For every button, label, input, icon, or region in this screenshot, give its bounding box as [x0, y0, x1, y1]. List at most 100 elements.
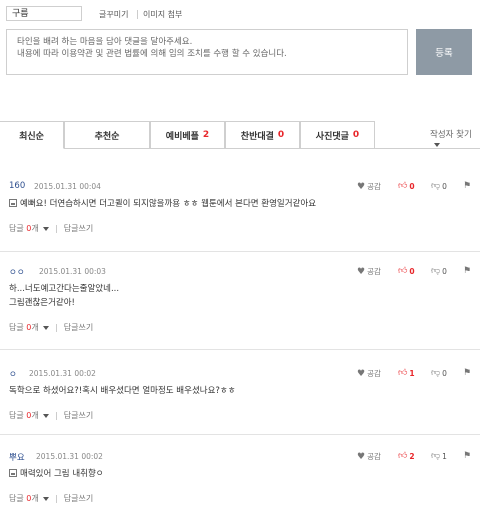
reply-count-suffix: 개 — [31, 323, 39, 332]
comment-footer: 답글 0개 답글쓰기 — [9, 322, 93, 333]
thumbs-down-button[interactable]: 👎︎ 0 — [431, 368, 447, 378]
comment-date: 2015.01.31 00:02 — [36, 452, 103, 461]
tab-4[interactable]: 사진댓글 0 — [300, 121, 375, 148]
comment-divider — [0, 349, 480, 350]
tab-2[interactable]: 예비베플 2 — [150, 121, 225, 148]
report-button[interactable]: ⚑ — [463, 368, 471, 378]
thumbs-up-button[interactable]: 👍︎ 1 — [398, 368, 415, 378]
image-icon — [9, 469, 17, 477]
like-button[interactable]: ♥ 공감 — [357, 368, 381, 379]
tab-label: 추천순 — [94, 131, 120, 142]
downvote-count: 1 — [442, 451, 447, 461]
comment-divider — [0, 434, 480, 435]
thumbs-down-button[interactable]: 👎︎ 1 — [431, 451, 447, 461]
comment-text: 독학으로 하셨어요?!혹시 배우셨다면 얼마정도 배우셨나요?ㅎㅎ — [9, 386, 236, 396]
chevron-down-icon — [42, 326, 49, 330]
write-reply-button[interactable]: 답글쓰기 — [64, 223, 93, 234]
attach-image-button[interactable]: 이미지 첨부 — [143, 9, 182, 20]
downvote-count: 0 — [442, 266, 447, 276]
comment-body: 독학으로 하셨어요?!혹시 배우셨다면 얼마정도 배우셨나요?ㅎㅎ — [9, 384, 464, 398]
thumbs-up-button[interactable]: 👍︎ 0 — [398, 266, 415, 276]
comment-footer: 답글 0개 답글쓰기 — [9, 493, 93, 504]
toolbar-divider — [137, 10, 138, 19]
tab-label: 예비베플 — [165, 131, 199, 142]
upvote-count: 1 — [409, 368, 415, 378]
comment-date: 2015.01.31 00:04 — [34, 182, 101, 191]
footer-divider — [55, 411, 57, 420]
like-label: 공감 — [367, 369, 381, 378]
downvote-count: 0 — [442, 181, 447, 191]
reply-count-suffix: 개 — [31, 494, 39, 503]
tab-3[interactable]: 찬반대결 0 — [225, 121, 300, 148]
heart-icon: ♥ — [357, 368, 366, 379]
replies-toggle[interactable]: 답글 0개 — [9, 493, 49, 504]
flag-icon: ⚑ — [463, 181, 472, 191]
thumbs-down-icon: 👎︎ — [431, 368, 441, 378]
flag-icon: ⚑ — [463, 266, 472, 276]
decorate-text-button[interactable]: 글꾸미기 — [99, 9, 128, 20]
thumbs-up-button[interactable]: 👍︎ 2 — [398, 451, 415, 461]
replies-label: 답글 — [9, 494, 24, 503]
tab-count: 2 — [202, 130, 210, 140]
replies-toggle[interactable]: 답글 0개 — [9, 410, 49, 421]
comment-text: 하...너도예고간다는줄알았네... 그림괜찮은거같아! — [9, 284, 120, 308]
comment-text: 예뻐요! 더연습하시면 더고퀼이 되지않을까용 ㅎㅎ 웹툰에서 본다면 환영일거… — [20, 199, 317, 209]
flag-icon: ⚑ — [463, 368, 472, 378]
thumbs-up-icon: 👍︎ — [398, 451, 408, 461]
comment-text: 매력있어 그림 내취향ㅇ — [20, 469, 104, 479]
find-author-dropdown[interactable]: 작성자 찾기 — [430, 128, 480, 150]
replies-toggle[interactable]: 답글 0개 — [9, 223, 49, 234]
thumbs-down-icon: 👎︎ — [431, 451, 441, 461]
comment-date: 2015.01.31 00:03 — [39, 267, 106, 276]
report-button[interactable]: ⚑ — [463, 451, 471, 461]
find-author-label: 작성자 찾기 — [430, 130, 472, 140]
comment-author[interactable]: ㅇ — [9, 368, 17, 380]
comment-textarea[interactable]: 타인을 배려 하는 마음을 담아 댓글을 달아주세요. 내용에 따라 이용약관 … — [6, 29, 408, 75]
tab-1[interactable]: 추천순 — [64, 121, 150, 148]
heart-icon: ♥ — [357, 266, 366, 277]
chevron-down-icon — [42, 227, 49, 231]
report-button[interactable]: ⚑ — [463, 266, 471, 276]
replies-label: 답글 — [9, 411, 24, 420]
chevron-down-icon — [42, 414, 49, 418]
tab-0[interactable]: 최신순 — [0, 121, 64, 149]
tab-count: 0 — [352, 130, 360, 140]
like-button[interactable]: ♥ 공감 — [357, 266, 381, 277]
write-reply-button[interactable]: 답글쓰기 — [64, 322, 93, 333]
like-label: 공감 — [367, 182, 381, 191]
write-reply-button[interactable]: 답글쓰기 — [64, 410, 93, 421]
thumbs-up-button[interactable]: 👍︎ 0 — [398, 181, 415, 191]
image-icon — [9, 199, 17, 207]
downvote-count: 0 — [442, 368, 447, 378]
like-label: 공감 — [367, 267, 381, 276]
reply-count-suffix: 개 — [31, 411, 39, 420]
thumbs-down-button[interactable]: 👎︎ 0 — [431, 181, 447, 191]
like-button[interactable]: ♥ 공감 — [357, 451, 381, 462]
tab-label: 사진댓글 — [315, 131, 349, 142]
thumbs-down-icon: 👎︎ — [431, 266, 441, 276]
like-button[interactable]: ♥ 공감 — [357, 181, 381, 192]
thumbs-up-icon: 👍︎ — [398, 368, 408, 378]
footer-divider — [55, 224, 57, 233]
write-reply-button[interactable]: 답글쓰기 — [64, 493, 93, 504]
thumbs-down-icon: 👎︎ — [431, 181, 441, 191]
comment-divider — [0, 251, 480, 252]
nickname-field[interactable]: 구름 — [6, 6, 82, 21]
tab-label: 찬반대결 — [240, 131, 274, 142]
replies-label: 답글 — [9, 323, 24, 332]
chevron-down-icon — [434, 143, 440, 147]
replies-toggle[interactable]: 답글 0개 — [9, 322, 49, 333]
upvote-count: 0 — [409, 181, 415, 191]
comment-footer: 답글 0개 답글쓰기 — [9, 223, 93, 234]
heart-icon: ♥ — [357, 451, 366, 462]
footer-divider — [55, 494, 57, 503]
comment-author[interactable]: ㅇㅇ — [9, 266, 25, 278]
thumbs-up-icon: 👍︎ — [398, 266, 408, 276]
submit-button[interactable]: 등록 — [416, 29, 472, 75]
report-button[interactable]: ⚑ — [463, 181, 471, 191]
upvote-count: 0 — [409, 266, 415, 276]
comment-author[interactable]: 뿌요 — [9, 451, 25, 463]
thumbs-up-icon: 👍︎ — [398, 181, 408, 191]
thumbs-down-button[interactable]: 👎︎ 0 — [431, 266, 447, 276]
comment-author[interactable]: 160 — [9, 181, 25, 191]
